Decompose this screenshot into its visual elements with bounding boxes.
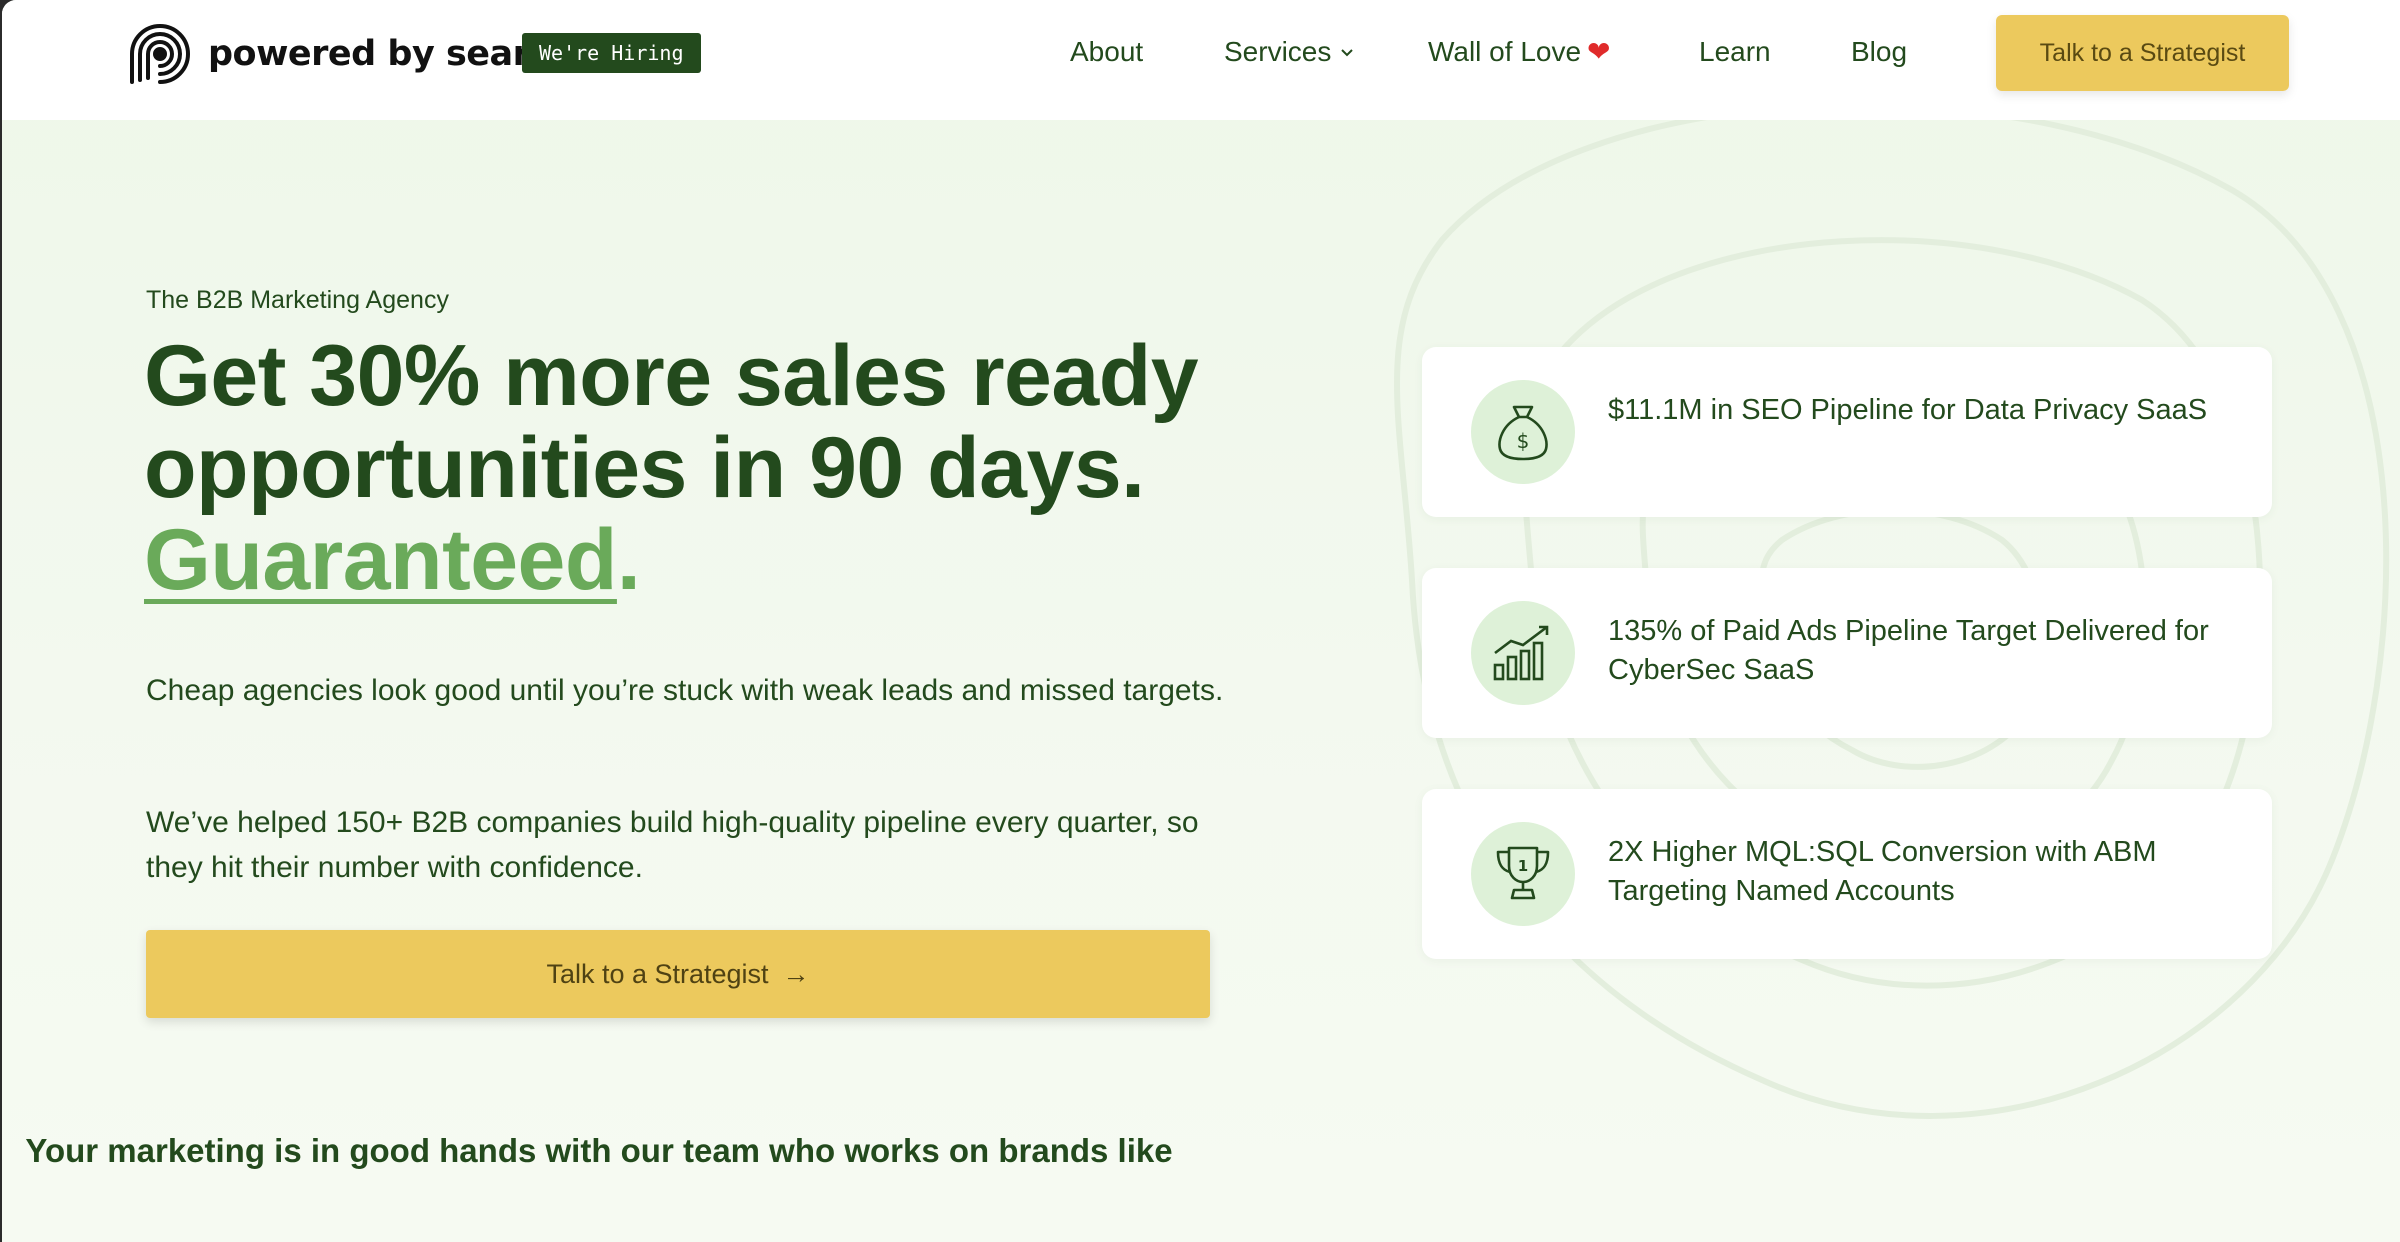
svg-text:1: 1 — [1518, 857, 1528, 875]
hero-talk-to-strategist-button[interactable]: Talk to a Strategist → — [146, 930, 1210, 1018]
headline-guaranteed: Guaranteed — [144, 512, 617, 608]
svg-text:$: $ — [1517, 429, 1530, 453]
nav-wall-of-love-label: Wall of Love — [1428, 36, 1582, 67]
heart-icon: ❤ — [1587, 36, 1611, 67]
stat-card: $ $11.1M in SEO Pipeline for Data Privac… — [1422, 347, 2272, 517]
stat-text: 135% of Paid Ads Pipeline Target Deliver… — [1608, 615, 2209, 686]
nav-about[interactable]: About — [1070, 30, 1143, 74]
arrow-right-icon: → — [782, 958, 810, 989]
brands-heading: Your marketing is in good hands with our… — [2, 1132, 2400, 1170]
page: powered by search We're Hiring About Ser… — [2, 0, 2400, 1242]
growth-chart-icon — [1471, 601, 1575, 705]
nav-services[interactable]: Services — [1224, 30, 1355, 74]
hero-paragraph-1: Cheap agencies look good until you’re st… — [146, 674, 1224, 707]
brands-heading-text: Your marketing is in good hands with our… — [25, 1132, 1173, 1169]
nav-blog[interactable]: Blog — [1851, 30, 1907, 74]
headline-line-2: opportunities in 90 days. — [144, 420, 1145, 516]
headline-period: . — [616, 512, 641, 608]
hero-paragraph-2: We’ve helped 150+ B2B companies build hi… — [146, 806, 1199, 884]
hero-cta-label: Talk to a Strategist — [546, 958, 769, 989]
nav-learn[interactable]: Learn — [1699, 30, 1771, 74]
stat-card: 1 2X Higher MQL:SQL Conversion with ABM … — [1422, 789, 2272, 959]
hero-eyebrow: The B2B Marketing Agency — [146, 286, 449, 314]
trophy-icon: 1 — [1471, 822, 1575, 926]
stat-text: 2X Higher MQL:SQL Conversion with ABM Ta… — [1608, 836, 2157, 907]
hero-headline: Get 30% more sales ready opportunities i… — [144, 330, 1304, 606]
header-talk-to-strategist-button[interactable]: Talk to a Strategist — [1996, 15, 2289, 91]
headline-line-1: Get 30% more sales ready — [144, 328, 1199, 424]
hiring-badge[interactable]: We're Hiring — [522, 33, 701, 73]
chevron-down-icon — [1341, 49, 1354, 57]
stat-card: 135% of Paid Ads Pipeline Target Deliver… — [1422, 568, 2272, 738]
money-bag-icon: $ — [1471, 380, 1575, 484]
nav-services-label: Services — [1224, 36, 1332, 67]
logo[interactable]: powered by search — [126, 20, 575, 88]
logo-mark-icon — [130, 24, 190, 84]
site-header: powered by search We're Hiring About Ser… — [2, 0, 2400, 120]
logo-text: powered by search — [208, 34, 575, 74]
nav-wall-of-love[interactable]: Wall of Love ❤ — [1428, 30, 1611, 74]
stat-text: $11.1M in SEO Pipeline for Data Privacy … — [1608, 394, 2208, 426]
